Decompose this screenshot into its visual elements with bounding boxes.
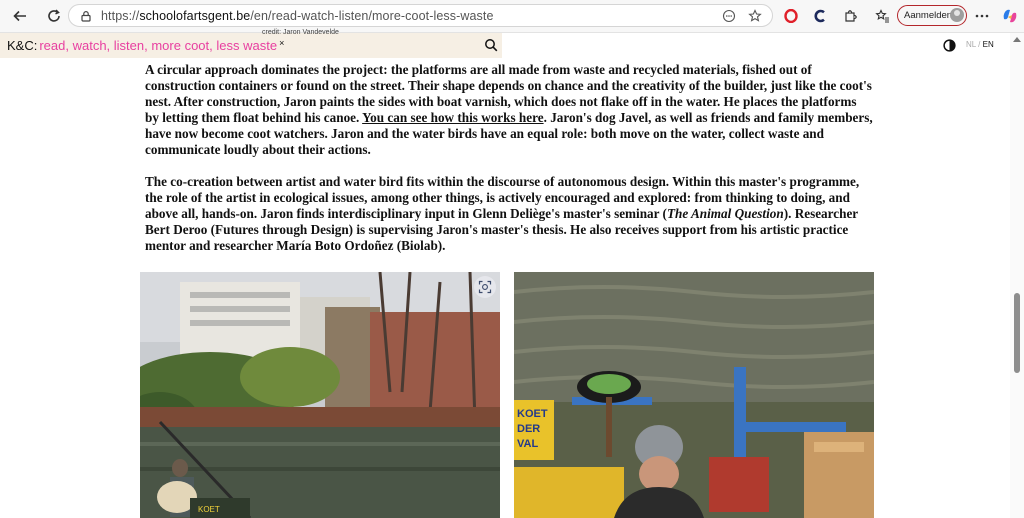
raft-sign-1: KOET — [517, 408, 548, 420]
close-icon[interactable]: × — [279, 38, 284, 48]
raft-sign-3: VAL — [517, 438, 538, 450]
site-header: K&C: read, watch, listen, more coot, les… — [0, 33, 502, 58]
theme-toggle-icon[interactable] — [943, 39, 956, 52]
scroll-up-arrow-icon[interactable] — [1013, 37, 1021, 42]
lang-separator: / — [978, 40, 981, 49]
signin-button[interactable]: Aanmelden — [897, 5, 967, 26]
breadcrumb-tagline[interactable]: read, watch, listen, more coot, less was… — [39, 38, 277, 53]
extensions-puzzle-icon[interactable] — [840, 6, 860, 26]
lang-nl-link[interactable]: NL — [966, 40, 976, 49]
signin-label: Aanmelden — [904, 10, 953, 21]
url-text: https://schoolofartsgent.be/en/read-watc… — [101, 8, 494, 23]
page-scrollbar[interactable] — [1010, 33, 1024, 518]
search-icon[interactable] — [484, 38, 498, 52]
back-icon[interactable] — [6, 2, 34, 30]
article-paragraph-1: A circular approach dominates the projec… — [145, 62, 873, 158]
photo-raft-builder: KOET DER VAL — [514, 272, 874, 518]
image-credit: credit: Jaron Vandevelde — [262, 29, 339, 36]
zoom-icon — [478, 280, 492, 294]
address-bar[interactable]: https://schoolofartsgent.be/en/read-watc… — [68, 4, 773, 27]
avatar — [950, 8, 964, 22]
opera-extension-icon[interactable] — [781, 6, 801, 26]
copilot-icon[interactable] — [1000, 6, 1020, 26]
article-paragraph-2: The co-creation between artist and water… — [145, 174, 873, 254]
seminar-title: The Animal Question — [666, 206, 784, 221]
more-menu-icon[interactable] — [972, 6, 992, 26]
c-extension-icon[interactable] — [810, 6, 830, 26]
photo-canal-canoe: KOET — [140, 272, 500, 518]
language-switcher: NL / EN — [966, 40, 994, 49]
site-logo[interactable]: K&C: — [7, 38, 37, 53]
site-info-icon[interactable] — [79, 9, 93, 23]
lang-en-link[interactable]: EN — [983, 40, 994, 49]
raft-sign-2: DER — [517, 423, 540, 435]
how-it-works-link[interactable]: You can see how this works here — [362, 110, 543, 125]
favorite-star-icon[interactable] — [747, 8, 763, 24]
zoom-image-button[interactable] — [474, 276, 496, 298]
canoe-sign: KOET — [198, 505, 220, 514]
scrollbar-thumb[interactable] — [1014, 293, 1020, 373]
reload-icon[interactable] — [40, 2, 68, 30]
favorites-list-icon[interactable] — [872, 6, 892, 26]
read-aloud-icon[interactable] — [721, 8, 737, 24]
